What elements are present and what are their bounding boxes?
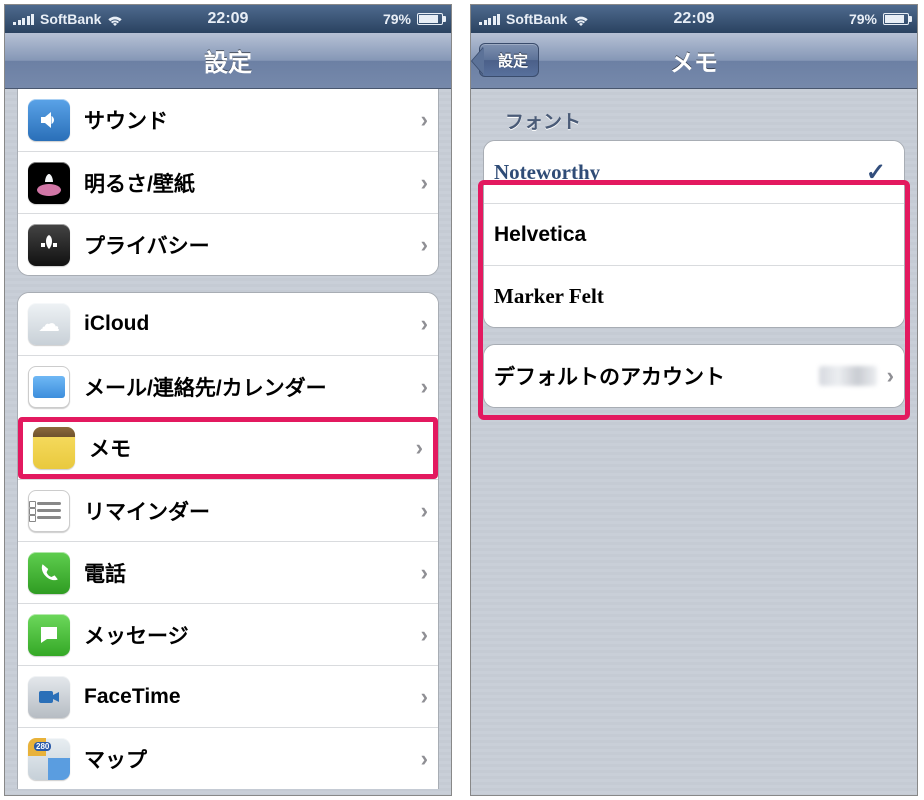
chevron-right-icon: ›: [415, 232, 428, 258]
default-account-row[interactable]: デフォルトのアカウント ›: [484, 345, 904, 407]
notes-settings-screen: SoftBank 22:09 79% 設定 メモ フォント Noteworthy…: [470, 4, 918, 796]
row-label: 電話: [84, 558, 415, 588]
row-label: メッセージ: [84, 620, 415, 650]
back-label: 設定: [498, 50, 528, 71]
settings-row-notes[interactable]: メモ ›: [18, 417, 438, 479]
settings-row-maps[interactable]: マップ ›: [18, 727, 438, 789]
row-label: FaceTime: [84, 685, 415, 709]
font-option-markerfelt[interactable]: Marker Felt: [484, 265, 904, 327]
row-label: リマインダー: [84, 496, 415, 526]
redacted-value: [819, 366, 877, 386]
phone-icon: [28, 552, 70, 594]
chevron-right-icon: ›: [415, 622, 428, 648]
row-label: メモ: [89, 433, 410, 463]
mail-icon: [28, 366, 70, 408]
settings-row-reminders[interactable]: リマインダー ›: [18, 479, 438, 541]
settings-row-icloud[interactable]: ☁︎ iCloud ›: [18, 293, 438, 355]
font-option-noteworthy[interactable]: Noteworthy ✓: [484, 141, 904, 203]
settings-row-privacy[interactable]: プライバシー ›: [18, 213, 438, 275]
checkmark-icon: ✓: [866, 158, 894, 187]
settings-screen: SoftBank 22:09 79% 設定 サウンド ›: [4, 4, 452, 796]
nav-bar: 設定: [5, 33, 451, 89]
row-label: 明るさ/壁紙: [84, 168, 415, 198]
brightness-icon: [28, 162, 70, 204]
font-group: Noteworthy ✓ Helvetica Marker Felt: [483, 140, 905, 328]
settings-row-messages[interactable]: メッセージ ›: [18, 603, 438, 665]
settings-group-apps: ☁︎ iCloud › メール/連絡先/カレンダー › メモ › リマインダー …: [17, 292, 439, 789]
chevron-right-icon: ›: [881, 363, 894, 389]
chevron-right-icon: ›: [415, 684, 428, 710]
status-bar: SoftBank 22:09 79%: [471, 5, 917, 33]
maps-icon: [28, 738, 70, 780]
settings-row-mail[interactable]: メール/連絡先/カレンダー ›: [18, 355, 438, 417]
privacy-icon: [28, 224, 70, 266]
back-button[interactable]: 設定: [479, 43, 539, 77]
facetime-icon: [28, 676, 70, 718]
page-title: 設定: [204, 43, 252, 78]
chevron-right-icon: ›: [415, 498, 428, 524]
font-label: Noteworthy: [494, 160, 866, 185]
row-label: iCloud: [84, 312, 415, 336]
settings-row-sound[interactable]: サウンド ›: [18, 89, 438, 151]
reminders-icon: [28, 490, 70, 532]
sound-icon: [28, 99, 70, 141]
font-label: Helvetica: [494, 223, 894, 247]
status-time: 22:09: [5, 10, 451, 28]
chevron-right-icon: ›: [415, 170, 428, 196]
settings-row-phone[interactable]: 電話 ›: [18, 541, 438, 603]
nav-bar: 設定 メモ: [471, 33, 917, 89]
chevron-right-icon: ›: [415, 746, 428, 772]
font-section-header: フォント: [483, 89, 905, 140]
row-label: マップ: [84, 744, 415, 774]
row-label: プライバシー: [84, 230, 415, 260]
chevron-right-icon: ›: [415, 311, 428, 337]
page-title: メモ: [670, 43, 718, 78]
settings-group-general: サウンド › 明るさ/壁紙 › プライバシー ›: [17, 89, 439, 276]
font-option-helvetica[interactable]: Helvetica: [484, 203, 904, 265]
settings-row-brightness[interactable]: 明るさ/壁紙 ›: [18, 151, 438, 213]
chevron-right-icon: ›: [415, 560, 428, 586]
settings-row-facetime[interactable]: FaceTime ›: [18, 665, 438, 727]
messages-icon: [28, 614, 70, 656]
chevron-right-icon: ›: [415, 107, 428, 133]
default-account-group: デフォルトのアカウント ›: [483, 344, 905, 408]
row-label: デフォルトのアカウント: [494, 361, 819, 391]
battery-icon: [417, 13, 443, 25]
chevron-right-icon: ›: [410, 435, 423, 461]
chevron-right-icon: ›: [415, 374, 428, 400]
notes-icon: [33, 427, 75, 469]
row-label: サウンド: [84, 105, 415, 135]
icloud-icon: ☁︎: [28, 303, 70, 345]
row-label: メール/連絡先/カレンダー: [84, 372, 415, 402]
battery-icon: [883, 13, 909, 25]
status-bar: SoftBank 22:09 79%: [5, 5, 451, 33]
status-time: 22:09: [471, 10, 917, 28]
font-label: Marker Felt: [494, 284, 894, 309]
